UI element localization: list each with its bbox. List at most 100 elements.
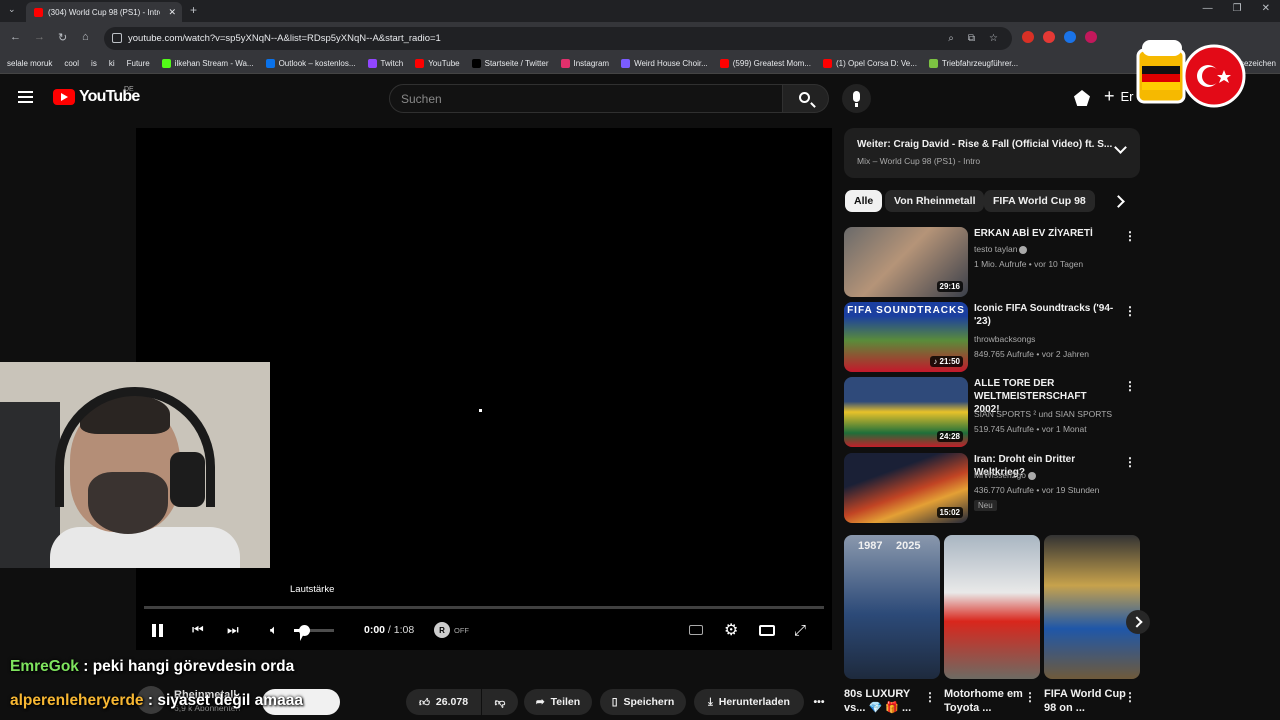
bookmark-label: selale moruk: [7, 59, 53, 68]
previous-icon[interactable]: ⏮: [192, 614, 204, 646]
pause-icon[interactable]: [152, 614, 166, 646]
new-tab-icon[interactable]: +: [190, 3, 197, 17]
more-options-icon[interactable]: ⋮: [924, 690, 936, 704]
extension-icon[interactable]: [1064, 31, 1076, 43]
settings-gear-icon[interactable]: ⚙: [724, 614, 738, 646]
shorts-title[interactable]: 80s LUXURY vs... 💎 🎁 ...: [844, 687, 930, 715]
progress-bar[interactable]: [144, 606, 824, 609]
search-input[interactable]: Suchen: [389, 84, 783, 113]
cast-icon[interactable]: ⧉: [968, 33, 975, 44]
theater-mode-icon[interactable]: [759, 614, 775, 646]
autoplay-toggle[interactable]: R OFF: [434, 614, 469, 646]
more-actions-icon[interactable]: •••: [808, 689, 830, 715]
like-count: 26.078: [435, 696, 469, 708]
chip-von-rheinmetall[interactable]: Von Rheinmetall: [885, 190, 985, 212]
chat-username: EmreGok: [10, 658, 79, 675]
bookmark-item[interactable]: Future: [127, 59, 150, 68]
home-icon[interactable]: ⌂: [82, 31, 89, 43]
shorts-year-left: 1987: [858, 540, 883, 552]
close-tab-icon[interactable]: ✕: [168, 7, 176, 18]
more-options-icon[interactable]: ⋮: [1124, 455, 1136, 469]
close-window-icon[interactable]: ✕: [1262, 3, 1270, 14]
chat-username: alperenleheryerde: [10, 692, 144, 709]
bookmark-item[interactable]: cool: [64, 59, 79, 68]
menu-icon[interactable]: [18, 91, 33, 103]
bookmark-favicon-icon: [367, 59, 377, 68]
share-button[interactable]: ➦ Teilen: [524, 689, 592, 715]
bookmark-item[interactable]: Triebfahrzeugführer...: [928, 59, 1018, 68]
shorts-next-button[interactable]: [1126, 610, 1150, 634]
next-icon[interactable]: ⏭: [227, 614, 239, 646]
search-placeholder: Suchen: [401, 91, 442, 106]
search-button[interactable]: [783, 84, 829, 113]
video-channel: SIAN SPORTS ² und SIAN SPORTS: [974, 409, 1113, 419]
up-next-panel[interactable]: Weiter: Craig David - Rise & Fall (Offic…: [844, 128, 1140, 178]
extension-icon[interactable]: [1043, 31, 1055, 43]
extension-icon[interactable]: [1085, 31, 1097, 43]
video-item[interactable]: 15:02 Iran: Droht ein Dritter Weltkrieg?…: [844, 453, 1140, 525]
like-button[interactable]: 👍︎ 26.078: [406, 689, 481, 715]
bookmark-item[interactable]: ilkehan Stream - Wa...: [161, 59, 254, 68]
chevron-right-icon[interactable]: [1112, 195, 1125, 208]
extension-puzzle-icon[interactable]: [1074, 90, 1090, 106]
chevron-down-icon[interactable]: [1114, 141, 1127, 154]
shorts-thumbnail[interactable]: [1044, 535, 1140, 679]
bookmark-item[interactable]: Outlook – kostenlos...: [265, 59, 356, 68]
thumbs-up-icon: 👍︎: [418, 696, 430, 709]
more-options-icon[interactable]: ⋮: [1124, 304, 1136, 318]
shorts-title[interactable]: FIFA World Cup 98 on ...: [1044, 687, 1130, 715]
volume-icon[interactable]: 🔈︎: [270, 614, 278, 646]
shorts-thumbnail[interactable]: [944, 535, 1040, 679]
time-display: 0:00 / 1:08: [364, 614, 414, 646]
bookmark-favicon-icon: [161, 59, 171, 68]
browser-tab[interactable]: (304) World Cup 98 (PS1) - Intro ✕: [26, 2, 182, 22]
bookmark-item[interactable]: Twitch: [367, 59, 403, 68]
video-title: ERKAN ABİ EV ZİYARETİ: [974, 228, 1093, 239]
video-item[interactable]: FIFA SOUNDTRACKS ♪ 21:50 Iconic FIFA Sou…: [844, 302, 1140, 374]
bookmark-item[interactable]: YouTube: [415, 59, 460, 68]
download-button[interactable]: ⤓ Herunterladen: [694, 689, 804, 715]
address-bar[interactable]: youtube.com/watch?v=sp5yXNqN--A&list=RDs…: [104, 27, 1012, 50]
bookmark-item[interactable]: (599) Greatest Mom...: [719, 59, 811, 68]
voice-search-button[interactable]: [842, 84, 871, 113]
minimize-icon[interactable]: —: [1203, 3, 1213, 14]
tab-search-icon[interactable]: ⌄: [8, 4, 16, 15]
shorts-title[interactable]: Motorhome em Toyota ...: [944, 687, 1030, 715]
bookmark-item[interactable]: Weird House Choir...: [621, 59, 708, 68]
shorts-thumbnail[interactable]: 1987 2025: [844, 535, 940, 679]
site-info-icon[interactable]: [112, 33, 122, 43]
omnibox-actions: ⌕ ⧉ ☆: [948, 33, 998, 44]
more-options-icon[interactable]: ⋮: [1024, 690, 1036, 704]
bookmark-star-icon[interactable]: ☆: [989, 33, 998, 44]
zoom-icon[interactable]: ⌕: [948, 33, 954, 44]
forward-icon[interactable]: →: [34, 31, 45, 43]
video-channel: testo taylan: [974, 244, 1028, 254]
chip-all[interactable]: Alle: [845, 190, 883, 212]
bookmark-item[interactable]: (1) Opel Corsa D: Ve...: [823, 59, 917, 68]
more-options-icon[interactable]: ⋮: [1124, 229, 1136, 243]
back-icon[interactable]: ←: [10, 31, 21, 43]
extension-icon[interactable]: [1022, 31, 1034, 43]
subtitles-icon[interactable]: [689, 614, 703, 646]
more-options-icon[interactable]: ⋮: [1124, 379, 1136, 393]
maximize-icon[interactable]: ❐: [1233, 3, 1242, 14]
video-channel: MrWissen2go: [974, 470, 1036, 480]
video-item[interactable]: 29:16 ERKAN ABİ EV ZİYARETİ testo taylan…: [844, 227, 1140, 299]
bookmark-item[interactable]: Instagram: [560, 59, 610, 68]
bookmark-item[interactable]: is: [91, 59, 97, 68]
bookmark-label: Startseite / Twitter: [484, 59, 549, 68]
reload-icon[interactable]: ↻: [58, 31, 67, 44]
bookmark-item[interactable]: ki: [109, 59, 115, 68]
search-icon: [799, 92, 810, 103]
chip-fifa-world-cup-98[interactable]: FIFA World Cup 98: [984, 190, 1095, 212]
create-button[interactable]: + Er: [1104, 86, 1134, 107]
dislike-button[interactable]: 👎︎: [482, 689, 518, 715]
bookmark-item[interactable]: selale moruk: [7, 59, 52, 68]
save-button[interactable]: ▯ Speichern: [600, 689, 686, 715]
more-options-icon[interactable]: ⋮: [1124, 690, 1136, 704]
fullscreen-icon[interactable]: ⤢: [794, 614, 806, 646]
bookmark-item[interactable]: Startseite / Twitter: [471, 59, 549, 68]
bookmark-label: Instagram: [573, 59, 610, 68]
video-item[interactable]: 24:28 ALLE TORE DER WELTMEISTERSCHAFT 20…: [844, 377, 1140, 449]
video-meta: 849.765 Aufrufe • vor 2 Jahren: [974, 349, 1089, 359]
